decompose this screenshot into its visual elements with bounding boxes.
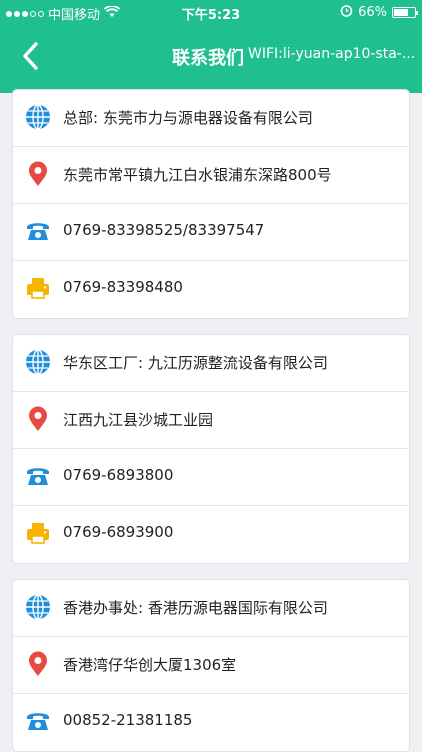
phone-icon xyxy=(25,218,51,244)
list-item[interactable]: 江西九江县沙城工业园 xyxy=(13,392,409,449)
header: 中国移动 下午5:23 66% 联系我们 WIFI:li-yuan-ap10-s… xyxy=(0,0,422,93)
address-text: 香港湾仔华创大厦1306室 xyxy=(63,656,237,674)
globe-icon xyxy=(25,349,51,375)
phone-icon xyxy=(25,463,51,489)
globe-icon xyxy=(25,594,51,620)
battery-icon xyxy=(392,7,418,18)
contact-card-east-china-factory: 华东区工厂: 九江历源整流设备有限公司 江西九江县沙城工业园 0769-6893… xyxy=(12,334,410,564)
alarm-clock-icon xyxy=(340,4,353,21)
status-bar: 中国移动 下午5:23 66% xyxy=(0,0,422,24)
phone-number: 0769-6893800 xyxy=(63,466,174,484)
phone-number: 00852-21381185 xyxy=(63,711,193,729)
list-item: 华东区工厂: 九江历源整流设备有限公司 xyxy=(13,335,409,392)
globe-icon xyxy=(25,104,51,130)
location-pin-icon xyxy=(25,651,51,677)
contact-card-headquarters: 总部: 东莞市力与源电器设备有限公司 东莞市常平镇九江白水银浦东深路800号 0… xyxy=(12,89,410,319)
status-right: 66% xyxy=(340,4,418,21)
fax-number: 0769-83398480 xyxy=(63,278,183,296)
address-text: 东莞市常平镇九江白水银浦东深路800号 xyxy=(63,166,332,184)
location-pin-icon xyxy=(25,406,51,432)
phone-number: 0769-83398525/83397547 xyxy=(63,221,265,239)
nav-bar: 联系我们 WIFI:li-yuan-ap10-sta-... xyxy=(0,24,422,93)
list-item[interactable]: 00852-21381185 xyxy=(13,694,409,751)
phone-icon xyxy=(25,708,51,734)
company-name: 总部: 东莞市力与源电器设备有限公司 xyxy=(63,109,313,127)
company-name: 香港办事处: 香港历源电器国际有限公司 xyxy=(63,599,328,617)
contact-card-hong-kong-office: 香港办事处: 香港历源电器国际有限公司 香港湾仔华创大厦1306室 00852-… xyxy=(12,579,410,752)
wifi-ssid-label: WIFI:li-yuan-ap10-sta-... xyxy=(248,46,416,62)
list-item[interactable]: 香港湾仔华创大厦1306室 xyxy=(13,637,409,694)
list-item: 0769-83398480 xyxy=(13,261,409,318)
fax-icon xyxy=(25,275,51,301)
back-button[interactable] xyxy=(14,34,50,78)
fax-number: 0769-6893900 xyxy=(63,523,174,541)
list-item[interactable]: 东莞市常平镇九江白水银浦东深路800号 xyxy=(13,147,409,204)
list-item: 总部: 东莞市力与源电器设备有限公司 xyxy=(13,90,409,147)
company-name: 华东区工厂: 九江历源整流设备有限公司 xyxy=(63,354,328,372)
page-title: 联系我们 xyxy=(172,48,244,69)
list-item[interactable]: 0769-6893800 xyxy=(13,449,409,506)
list-item: 香港办事处: 香港历源电器国际有限公司 xyxy=(13,580,409,637)
chevron-left-icon xyxy=(23,42,38,70)
list-item: 0769-6893900 xyxy=(13,506,409,563)
location-pin-icon xyxy=(25,161,51,187)
address-text: 江西九江县沙城工业园 xyxy=(63,411,214,429)
battery-percent: 66% xyxy=(358,5,387,20)
fax-icon xyxy=(25,520,51,546)
list-item[interactable]: 0769-83398525/83397547 xyxy=(13,204,409,261)
